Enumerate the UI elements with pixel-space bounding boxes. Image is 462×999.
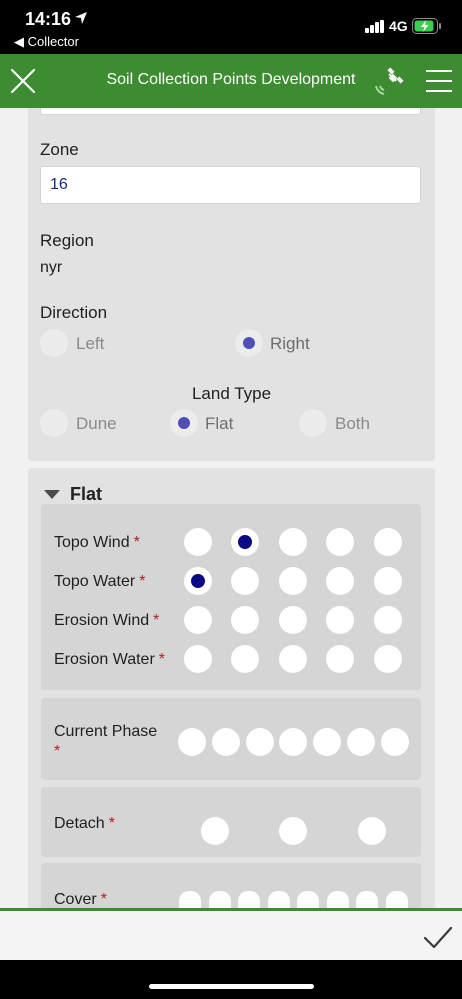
detach-choice-1[interactable] [201, 817, 229, 845]
erosion-water-choice-3[interactable] [279, 645, 307, 673]
current-phase-required: * [54, 743, 61, 760]
topo-water-label: Topo Water * [54, 573, 146, 590]
topo-wind-choice-4[interactable] [326, 528, 354, 556]
cover-choice-8[interactable] [386, 891, 408, 908]
detach-choice-2[interactable] [279, 817, 307, 845]
app-header: Soil Collection Points Development [0, 54, 462, 108]
close-icon[interactable] [10, 68, 36, 94]
form-scroll-area[interactable]: Zone 16 Region nyr Direction Left Right … [0, 108, 462, 908]
network-type: 4G [389, 18, 408, 34]
cover-choice-1[interactable] [179, 891, 201, 908]
land-type-flat-label[interactable]: Flat [205, 414, 233, 434]
land-type-dune-radio[interactable] [40, 409, 68, 437]
topo-wind-label: Topo Wind * [54, 534, 140, 551]
hamburger-menu-icon[interactable] [426, 70, 452, 92]
status-time: 14:16 [25, 9, 72, 29]
current-phase-choice-1[interactable] [178, 728, 206, 756]
current-phase-card: Current Phase * [41, 698, 421, 780]
cover-choice-7[interactable] [356, 891, 378, 908]
cover-choice-5[interactable] [297, 891, 319, 908]
erosion-wind-choice-4[interactable] [326, 606, 354, 634]
detach-label: Detach * [54, 815, 115, 832]
erosion-wind-choice-3[interactable] [279, 606, 307, 634]
topo-water-choice-2[interactable] [231, 567, 259, 595]
land-type-flat-radio[interactable] [170, 409, 198, 437]
topo-wind-choice-5[interactable] [374, 528, 402, 556]
erosion-water-choice-2[interactable] [231, 645, 259, 673]
land-type-both-radio[interactable] [299, 409, 327, 437]
topo-water-choice-4[interactable] [326, 567, 354, 595]
location-arrow-icon [75, 12, 87, 24]
topo-water-choice-3[interactable] [279, 567, 307, 595]
status-bar: 14:16 ◀ Collector 4G [0, 0, 462, 54]
topo-water-choice-1[interactable] [184, 567, 212, 595]
topo-erosion-matrix: Topo Wind * Topo Water * Erosion Wind * Ero… [41, 504, 421, 690]
direction-left-radio[interactable] [40, 329, 68, 357]
direction-left-label[interactable]: Left [76, 334, 104, 354]
location-card: Zone 16 Region nyr Direction Left Right … [28, 108, 435, 461]
page-title: Soil Collection Points Development [106, 71, 356, 88]
land-type-both-label[interactable]: Both [335, 414, 370, 434]
bottom-action-bar [0, 908, 462, 960]
cover-label: Cover * [54, 891, 107, 908]
gps-satellite-icon[interactable] [372, 66, 404, 98]
current-phase-choice-6[interactable] [347, 728, 375, 756]
erosion-water-choice-5[interactable] [374, 645, 402, 673]
cover-choice-4[interactable] [268, 891, 290, 908]
erosion-wind-choice-5[interactable] [374, 606, 402, 634]
battery-charging-icon [412, 18, 441, 34]
home-indicator[interactable] [149, 984, 314, 989]
region-value: nyr [40, 259, 63, 276]
checkmark-icon[interactable] [422, 925, 454, 951]
direction-right-label[interactable]: Right [270, 334, 310, 354]
cover-choice-2[interactable] [209, 891, 231, 908]
current-phase-choice-3[interactable] [246, 728, 274, 756]
cover-choice-3[interactable] [238, 891, 260, 908]
topo-wind-choice-3[interactable] [279, 528, 307, 556]
land-type-label: Land Type [191, 384, 272, 403]
topo-wind-choice-2[interactable] [231, 528, 259, 556]
direction-label: Direction [40, 303, 108, 322]
zone-input[interactable]: 16 [40, 166, 421, 204]
detach-card: Detach * [41, 787, 421, 857]
region-label: Region [40, 231, 94, 250]
previous-field-input[interactable] [40, 108, 421, 115]
current-phase-choice-4[interactable] [279, 728, 307, 756]
erosion-wind-label: Erosion Wind * [54, 612, 160, 629]
erosion-water-choice-4[interactable] [326, 645, 354, 673]
topo-water-choice-5[interactable] [374, 567, 402, 595]
detach-choice-3[interactable] [358, 817, 386, 845]
current-phase-choice-2[interactable] [212, 728, 240, 756]
back-to-app-link[interactable]: ◀ Collector [14, 34, 79, 50]
current-phase-choice-7[interactable] [381, 728, 409, 756]
cellular-signal-icon [365, 20, 385, 33]
direction-right-radio[interactable] [235, 329, 263, 357]
home-indicator-area [0, 960, 462, 999]
cover-card: Cover * [41, 863, 421, 908]
erosion-water-label: Erosion Water * [54, 651, 166, 668]
current-phase-label: Current Phase [54, 723, 158, 740]
flat-section-title[interactable]: Flat [70, 484, 102, 505]
cover-choice-6[interactable] [327, 891, 349, 908]
triangle-down-icon[interactable] [44, 490, 60, 499]
erosion-wind-choice-1[interactable] [184, 606, 212, 634]
erosion-water-choice-1[interactable] [184, 645, 212, 673]
zone-label: Zone [40, 140, 79, 159]
flat-section-toggle[interactable]: Flat [44, 484, 164, 506]
land-type-dune-label[interactable]: Dune [76, 414, 117, 434]
current-phase-choice-5[interactable] [313, 728, 341, 756]
erosion-wind-choice-2[interactable] [231, 606, 259, 634]
topo-wind-choice-1[interactable] [184, 528, 212, 556]
